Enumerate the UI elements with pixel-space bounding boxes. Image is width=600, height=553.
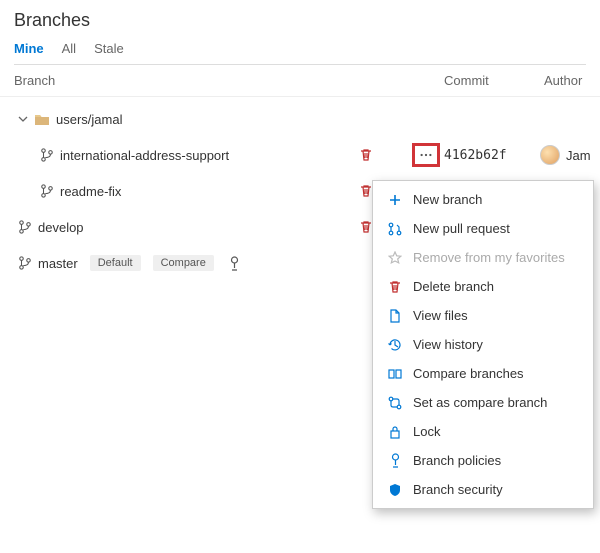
trash-icon [387,280,403,294]
star-outline-icon [387,251,403,265]
menu-lock[interactable]: Lock [373,417,593,446]
delete-icon[interactable] [359,220,373,234]
chevron-down-icon[interactable] [18,114,28,124]
branch-icon [18,220,32,234]
tabs: Mine All Stale [14,41,586,65]
col-author: Author [544,73,586,88]
pull-request-icon [387,222,403,236]
more-actions-button[interactable] [412,143,440,167]
policy-icon [387,453,403,468]
menu-label: View history [413,337,483,352]
lock-icon [387,425,403,439]
author-name: Jamal [566,148,590,163]
branch-icon [18,256,32,270]
plus-icon [387,193,403,207]
menu-new-pr[interactable]: New pull request [373,214,593,243]
branch-context-menu: New branch New pull request Remove from … [372,180,594,509]
menu-view-history[interactable]: View history [373,330,593,359]
default-badge: Default [90,255,141,271]
menu-remove-favorite: Remove from my favorites [373,243,593,272]
branch-row-intl[interactable]: international-address-support 4162b62f J… [0,137,600,173]
folder-row[interactable]: users/jamal [0,101,600,137]
commit-hash[interactable]: 4162b62f [444,148,540,163]
menu-delete-branch[interactable]: Delete branch [373,272,593,301]
menu-branch-policies[interactable]: Branch policies [373,446,593,475]
branch-icon [40,184,54,198]
shield-icon [387,483,403,497]
menu-new-branch[interactable]: New branch [373,185,593,214]
branch-name: international-address-support [60,148,229,163]
menu-label: Lock [413,424,440,439]
menu-label: View files [413,308,468,323]
menu-label: Remove from my favorites [413,250,565,265]
col-commit: Commit [444,73,544,88]
set-compare-icon [387,396,403,410]
file-icon [387,309,403,323]
tab-all[interactable]: All [62,41,76,56]
branch-name: master [38,256,78,271]
branch-icon [40,148,54,162]
menu-label: Set as compare branch [413,395,547,410]
col-branch: Branch [14,73,444,88]
menu-label: New branch [413,192,482,207]
menu-label: Branch policies [413,453,501,468]
policy-icon [228,256,241,271]
tab-mine[interactable]: Mine [14,41,44,56]
menu-compare-branches[interactable]: Compare branches [373,359,593,388]
ellipsis-icon [419,153,433,157]
folder-name: users/jamal [56,112,122,127]
menu-label: Compare branches [413,366,524,381]
menu-set-compare[interactable]: Set as compare branch [373,388,593,417]
branch-name: readme-fix [60,184,121,199]
menu-branch-security[interactable]: Branch security [373,475,593,504]
avatar [540,145,560,165]
compare-icon [387,368,403,380]
page-title: Branches [14,10,586,31]
menu-label: Branch security [413,482,503,497]
compare-badge: Compare [153,255,214,271]
menu-label: New pull request [413,221,510,236]
history-icon [387,338,403,352]
delete-icon[interactable] [359,184,373,198]
folder-icon [34,112,50,126]
menu-label: Delete branch [413,279,494,294]
branch-name: develop [38,220,84,235]
column-headers: Branch Commit Author [0,65,600,97]
menu-view-files[interactable]: View files [373,301,593,330]
tab-stale[interactable]: Stale [94,41,124,56]
delete-icon[interactable] [359,148,373,162]
